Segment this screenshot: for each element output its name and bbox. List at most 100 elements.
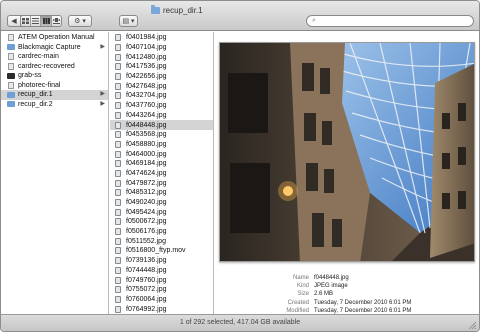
search-icon: ⌕ [312, 17, 316, 24]
column-view-button[interactable] [41, 16, 52, 26]
file-icon [115, 63, 121, 71]
file-icon [115, 82, 121, 90]
file-list-item[interactable]: f0427648.jpg [110, 81, 213, 91]
file-list-item[interactable]: f0432704.jpg [110, 91, 213, 101]
info-value: 2.6 MB [314, 291, 334, 298]
file-list-item[interactable]: f0417536.jpg [110, 62, 213, 72]
sidebar-item-label: photorec-final [18, 81, 61, 89]
info-row: Kind JPEG image [215, 282, 479, 290]
view-mode-control [20, 15, 62, 27]
file-name: f0432704.jpg [126, 92, 167, 100]
file-icon [115, 305, 121, 313]
file-icon [115, 102, 121, 110]
file-list-item[interactable]: f0401984.jpg [110, 33, 213, 43]
icon-view-button[interactable] [21, 16, 31, 26]
file-list-item[interactable]: f0511552.jpg [110, 236, 213, 246]
file-name: f0764992.jpg [126, 305, 167, 313]
list-view-icon [32, 18, 39, 24]
search-field[interactable]: ⌕ [306, 15, 474, 27]
file-list-item[interactable]: f0495424.jpg [110, 207, 213, 217]
file-list-item[interactable]: f0516800_ftyp.mov [110, 246, 213, 256]
file-icon [115, 295, 121, 303]
file-list-item[interactable]: f0755072.jpg [110, 285, 213, 295]
file-name: f0485312.jpg [126, 189, 167, 197]
file-list-item[interactable]: f0760064.jpg [110, 295, 213, 305]
file-name: f0479872.jpg [126, 179, 167, 187]
file-name: f0506176.jpg [126, 228, 167, 236]
file-list-item[interactable]: f0749760.jpg [110, 275, 213, 285]
file-list-item[interactable]: f0479872.jpg [110, 178, 213, 188]
toolbar: recup_dir.1 ◀ ▶ ⚙ ▾ [1, 1, 479, 31]
status-bar: 1 of 292 selected, 417.04 GB available [1, 314, 479, 331]
sidebar-item[interactable]: cardrec-recovered [1, 62, 108, 72]
sidebar-item[interactable]: grab-ss [1, 71, 108, 81]
coverflow-view-button[interactable] [52, 16, 61, 26]
info-value: Tuesday, 7 December 2010 6:01 PM [314, 299, 412, 306]
document-icon [8, 81, 14, 89]
finder-window: recup_dir.1 ◀ ▶ ⚙ ▾ [0, 0, 480, 332]
file-icon [115, 169, 121, 177]
info-row: Size 2.6 MB [215, 290, 479, 298]
file-list-item[interactable]: f0474624.jpg [110, 169, 213, 179]
file-name: f0500672.jpg [126, 218, 167, 226]
file-list-item[interactable]: f0764992.jpg [110, 304, 213, 314]
file-list-item[interactable]: f0500672.jpg [110, 217, 213, 227]
document-icon [8, 34, 14, 42]
file-icon [115, 228, 121, 236]
file-list-item[interactable]: f0485312.jpg [110, 188, 213, 198]
sidebar-item-label: recup_dir.1 [18, 91, 53, 99]
file-list-item[interactable]: f0506176.jpg [110, 227, 213, 237]
arrange-menu-button[interactable]: ▤ ▾ [119, 15, 138, 27]
file-icon [115, 179, 121, 187]
file-name: f0516800_ftyp.mov [126, 247, 186, 255]
file-list-item[interactable]: f0448448.jpg [110, 120, 213, 130]
status-text: 1 of 292 selected, 417.04 GB available [179, 319, 301, 326]
gear-icon: ⚙ ▾ [74, 18, 86, 25]
file-name: f0744448.jpg [126, 266, 167, 274]
file-name: f0755072.jpg [126, 286, 167, 294]
arrange-icon: ▤ ▾ [122, 18, 135, 25]
file-list-item[interactable]: f0437760.jpg [110, 101, 213, 111]
file-list-item[interactable]: f0469184.jpg [110, 159, 213, 169]
file-list-item[interactable]: f0490240.jpg [110, 198, 213, 208]
chevron-right-icon: ▶ [100, 100, 105, 107]
file-list-item[interactable]: f0412480.jpg [110, 52, 213, 62]
file-name: f0749760.jpg [126, 276, 167, 284]
file-name: f0417536.jpg [126, 63, 167, 71]
sidebar-item[interactable]: recup_dir.1 ▶ [1, 90, 108, 100]
file-list-item[interactable]: f0453568.jpg [110, 130, 213, 140]
sidebar-item-label: recup_dir.2 [18, 100, 53, 108]
column-view-icon [42, 18, 50, 24]
file-list-item[interactable]: f0422656.jpg [110, 72, 213, 82]
file-list-item[interactable]: f0464000.jpg [110, 149, 213, 159]
preview-column: Name f0448448.jpg Kind JPEG image Size 2.6 MB… [215, 32, 479, 330]
file-icon [115, 286, 121, 294]
file-list-item[interactable]: f0407104.jpg [110, 43, 213, 53]
file-list-item[interactable]: f0458880.jpg [110, 140, 213, 150]
chevron-right-icon: ▶ [100, 91, 105, 97]
file-list-item[interactable]: f0739136.jpg [110, 256, 213, 266]
file-icon [115, 53, 121, 61]
icon-view-icon [22, 18, 29, 24]
action-menu-button[interactable]: ⚙ ▾ [68, 15, 92, 27]
file-column: f0401984.jpg f0407104.jpg f0412480.jpg f041… [110, 32, 214, 314]
file-icon [115, 160, 121, 168]
file-name: f0443264.jpg [126, 111, 167, 119]
resize-grip-icon[interactable] [468, 321, 476, 329]
file-icon [115, 266, 121, 274]
sidebar-item[interactable]: recup_dir.2 ▶ [1, 100, 108, 110]
file-list-item[interactable]: f0744448.jpg [110, 266, 213, 276]
file-list-item[interactable]: f0443264.jpg [110, 111, 213, 121]
sidebar-item[interactable]: photorec-final [1, 81, 108, 91]
sidebar-item[interactable]: Blackmagic Capture ▶ [1, 43, 108, 53]
file-name: f0469184.jpg [126, 160, 167, 168]
file-icon [115, 247, 121, 255]
file-icon [115, 276, 121, 284]
file-name: f0474624.jpg [126, 169, 167, 177]
file-name: f0448448.jpg [126, 121, 167, 129]
file-name: f0427648.jpg [126, 82, 167, 90]
sidebar-item[interactable]: ATEM Operation Manual [1, 33, 108, 43]
sidebar-item[interactable]: cardrec-main [1, 52, 108, 62]
info-key: Created [287, 299, 309, 306]
list-view-button[interactable] [31, 16, 41, 26]
